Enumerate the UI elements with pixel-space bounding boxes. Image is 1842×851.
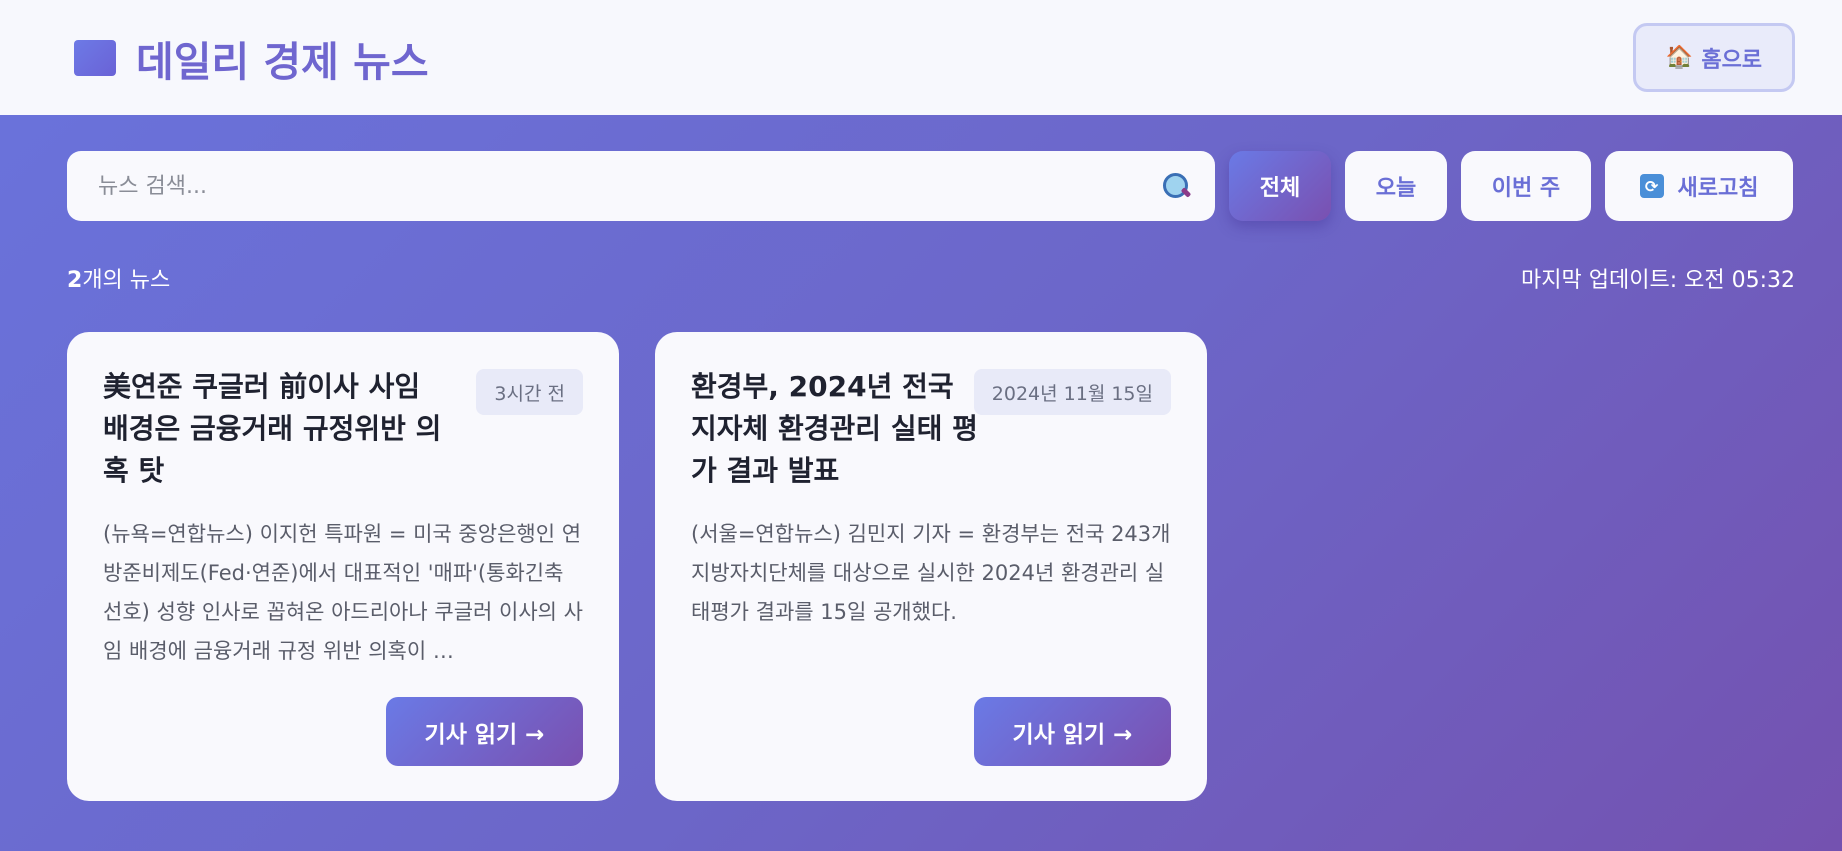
refresh-icon: ⟳ [1639,174,1664,198]
filter-week-button[interactable]: 이번 주 [1461,151,1591,221]
brand: 데일리 경제 뉴스 [74,28,429,88]
card-title[interactable]: 美연준 쿠글러 前이사 사임 배경은 금융거래 규정위반 의혹 탓 [103,366,453,492]
read-article-button[interactable]: 기사 읽기 → [386,697,583,766]
filter-today-button[interactable]: 오늘 [1345,151,1447,221]
top-header: 데일리 경제 뉴스 🏠 홈으로 [0,0,1842,115]
newspaper-icon [74,39,116,76]
search-box [67,151,1215,221]
filter-all-button[interactable]: 전체 [1229,151,1331,221]
news-card: 美연준 쿠글러 前이사 사임 배경은 금융거래 규정위반 의혹 탓 3시간 전 … [67,332,619,801]
refresh-button[interactable]: ⟳ 새로고침 [1605,151,1793,221]
read-article-button[interactable]: 기사 읽기 → [974,697,1171,766]
search-input[interactable] [98,173,1161,199]
news-count-suffix: 개의 뉴스 [82,268,171,293]
site-title: 데일리 경제 뉴스 [136,37,429,86]
last-update: 마지막 업데이트: 오전 05:32 [1521,268,1795,293]
toolbar: 전체 오늘 이번 주 ⟳ 새로고침 [67,151,1795,221]
card-date-badge: 3시간 전 [476,369,583,415]
search-icon[interactable] [1161,171,1191,201]
card-summary: (서울=연합뉴스) 김민지 기자 = 환경부는 전국 243개 지방자치단체를 … [691,522,1171,624]
refresh-label: 새로고침 [1677,176,1759,201]
card-date-badge: 2024년 11월 15일 [973,369,1171,415]
news-card: 환경부, 2024년 전국 지자체 환경관리 실태 평가 결과 발표 2024년… [655,332,1207,801]
news-count-number: 2 [67,268,83,293]
card-summary: (뉴욕=연합뉴스) 이지헌 특파원 = 미국 중앙은행인 연방준비제도(Fed·… [103,522,583,663]
house-icon: 🏠 [1665,45,1694,70]
news-count: 2개의 뉴스 [67,262,170,294]
card-title[interactable]: 환경부, 2024년 전국 지자체 환경관리 실태 평가 결과 발표 [691,366,981,492]
home-button[interactable]: 🏠 홈으로 [1633,23,1795,92]
home-button-label: 홈으로 [1701,47,1763,73]
